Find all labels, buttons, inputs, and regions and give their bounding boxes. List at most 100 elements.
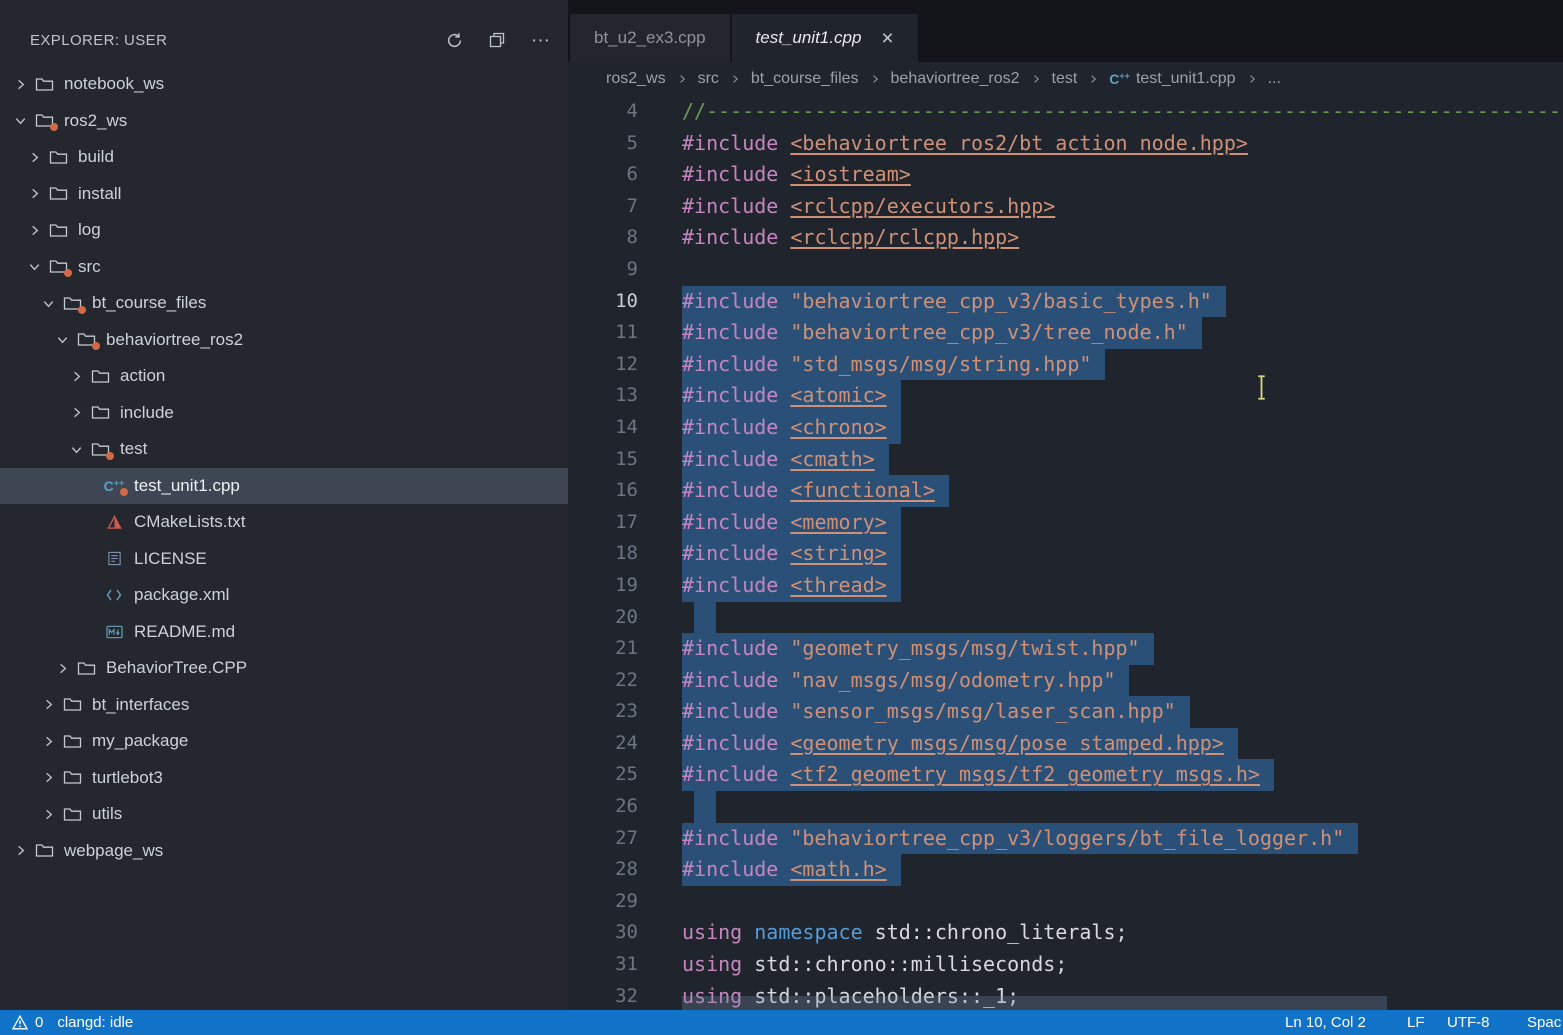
clangd-status[interactable]: clangd: idle [57, 1014, 133, 1031]
code-token: #include [682, 826, 778, 850]
breadcrumb-item[interactable]: ... [1268, 70, 1281, 88]
line-content[interactable]: #include <string> [682, 538, 901, 570]
chevron-down-icon[interactable] [10, 113, 30, 128]
tree-item-include[interactable]: include [0, 395, 568, 432]
breadcrumb-item[interactable]: test [1052, 70, 1078, 88]
indentation-indicator[interactable]: Spac [1527, 1010, 1561, 1035]
tree-item-notebook_ws[interactable]: notebook_ws [0, 66, 568, 103]
chevron-right-icon[interactable] [10, 77, 30, 92]
tree-item-behaviortree_ros2[interactable]: behaviortree_ros2 [0, 322, 568, 359]
line-content[interactable]: #include <rclcpp/rclcpp.hpp> [682, 222, 1019, 254]
breadcrumb-item[interactable]: behaviortree_ros2 [891, 70, 1020, 88]
line-content[interactable]: #include "std_msgs/msg/string.hpp" [682, 349, 1105, 381]
tree-item-webpage_ws[interactable]: webpage_ws [0, 833, 568, 870]
tree-item-label: bt_interfaces [92, 695, 189, 715]
line-content[interactable]: #include <behaviortree_ros2/bt_action_no… [682, 128, 1248, 160]
tree-item-README.md[interactable]: README.md [0, 614, 568, 651]
breadcrumb-item[interactable]: test_unit1.cpp [1136, 70, 1236, 88]
eol-indicator[interactable]: LF [1407, 1010, 1425, 1035]
tree-item-log[interactable]: log [0, 212, 568, 249]
tree-item-CMakeLists.txt[interactable]: CMakeLists.txt [0, 504, 568, 541]
line-content[interactable]: #include <iostream> [682, 159, 911, 191]
refresh-icon[interactable] [446, 32, 463, 49]
code-token: #include [682, 510, 778, 534]
chevron-right-icon[interactable] [38, 770, 58, 785]
chevron-right-icon[interactable] [24, 223, 44, 238]
tree-item-action[interactable]: action [0, 358, 568, 395]
tab-test_unit1.cpp[interactable]: test_unit1.cpp× [732, 14, 918, 62]
chevron-down-icon[interactable] [66, 442, 86, 457]
tree-item-label: test [120, 439, 147, 459]
chevron-down-icon[interactable] [24, 259, 44, 274]
line-content[interactable]: #include <functional> [682, 475, 949, 507]
line-content[interactable]: #include <math.h> [682, 854, 901, 886]
cursor-position[interactable]: Ln 10, Col 2 [1285, 1010, 1366, 1035]
tree-item-build[interactable]: build [0, 139, 568, 176]
split-editor-icon[interactable] [489, 32, 505, 48]
line-content[interactable]: #include "behaviortree_cpp_v3/loggers/bt… [682, 823, 1358, 855]
folder-icon [46, 149, 70, 166]
tree-item-test_unit1.cpp[interactable]: C++test_unit1.cpp [0, 468, 568, 505]
line-content[interactable]: #include <chrono> [682, 412, 901, 444]
tree-item-src[interactable]: src [0, 249, 568, 286]
line-number: 7 [568, 191, 638, 223]
more-actions-icon[interactable]: ··· [531, 31, 550, 50]
chevron-right-icon[interactable] [38, 734, 58, 749]
chevron-right-icon[interactable] [52, 661, 72, 676]
tree-item-utils[interactable]: utils [0, 796, 568, 833]
code-editor[interactable]: 4//-------------------------------------… [568, 96, 1563, 1010]
code-line: 28#include <math.h> [568, 854, 1563, 886]
line-content[interactable]: #include "behaviortree_cpp_v3/basic_type… [682, 286, 1226, 318]
chevron-down-icon[interactable] [52, 332, 72, 347]
tree-item-label: include [120, 403, 174, 423]
tree-item-test[interactable]: test [0, 431, 568, 468]
line-content[interactable]: #include <atomic> [682, 380, 901, 412]
tree-item-turtlebot3[interactable]: turtlebot3 [0, 760, 568, 797]
tree-item-bt_interfaces[interactable]: bt_interfaces [0, 687, 568, 724]
breadcrumb-item[interactable]: bt_course_files [751, 70, 859, 88]
line-number: 25 [568, 759, 638, 791]
tree-item-ros2_ws[interactable]: ros2_ws [0, 103, 568, 140]
line-content[interactable]: using namespace std::chrono_literals; [682, 917, 1128, 949]
line-content[interactable]: using std::chrono::milliseconds; [682, 949, 1067, 981]
code-line: 14#include <chrono> [568, 412, 1563, 444]
line-content[interactable]: #include <memory> [682, 507, 901, 539]
tree-item-BehaviorTree.CPP[interactable]: BehaviorTree.CPP [0, 650, 568, 687]
tree-item-LICENSE[interactable]: LICENSE [0, 541, 568, 578]
code-token [778, 447, 790, 471]
code-token: std::chrono::milliseconds; [742, 952, 1067, 976]
tree-item-package.xml[interactable]: package.xml [0, 577, 568, 614]
breadcrumb-item[interactable]: ros2_ws [606, 70, 666, 88]
line-content[interactable]: #include <cmath> [682, 444, 889, 476]
tab-bt_u2_ex3.cpp[interactable]: bt_u2_ex3.cpp [570, 14, 730, 62]
chevron-right-icon[interactable] [38, 807, 58, 822]
horizontal-scrollbar[interactable] [682, 996, 1387, 1010]
line-content[interactable]: #include "behaviortree_cpp_v3/tree_node.… [682, 317, 1202, 349]
tree-item-install[interactable]: install [0, 176, 568, 213]
code-token [778, 194, 790, 218]
line-content[interactable]: #include <thread> [682, 570, 901, 602]
encoding-indicator[interactable]: UTF-8 [1447, 1010, 1490, 1035]
code-token: "behaviortree_cpp_v3/basic_types.h" [790, 289, 1211, 313]
line-content[interactable]: #include "nav_msgs/msg/odometry.hpp" [682, 665, 1129, 697]
line-content[interactable]: #include "sensor_msgs/msg/laser_scan.hpp… [682, 696, 1190, 728]
problems-indicator[interactable]: 0 [12, 1014, 43, 1031]
breadcrumb-item[interactable]: src [698, 70, 719, 88]
chevron-right-icon[interactable] [24, 186, 44, 201]
chevron-right-icon[interactable] [66, 405, 86, 420]
line-content[interactable]: #include <tf2_geometry_msgs/tf2_geometry… [682, 759, 1274, 791]
line-content[interactable] [694, 602, 716, 634]
line-content[interactable] [694, 791, 716, 823]
chevron-right-icon[interactable] [66, 369, 86, 384]
chevron-right-icon[interactable] [10, 843, 30, 858]
line-content[interactable]: #include <rclcpp/executors.hpp> [682, 191, 1055, 223]
close-icon[interactable]: × [881, 28, 893, 49]
tree-item-bt_course_files[interactable]: bt_course_files [0, 285, 568, 322]
line-content[interactable]: //--------------------------------------… [682, 96, 1563, 128]
line-content[interactable]: #include "geometry_msgs/msg/twist.hpp" [682, 633, 1154, 665]
line-content[interactable]: #include <geometry_msgs/msg/pose_stamped… [682, 728, 1238, 760]
chevron-down-icon[interactable] [38, 296, 58, 311]
tree-item-my_package[interactable]: my_package [0, 723, 568, 760]
chevron-right-icon[interactable] [38, 697, 58, 712]
chevron-right-icon[interactable] [24, 150, 44, 165]
